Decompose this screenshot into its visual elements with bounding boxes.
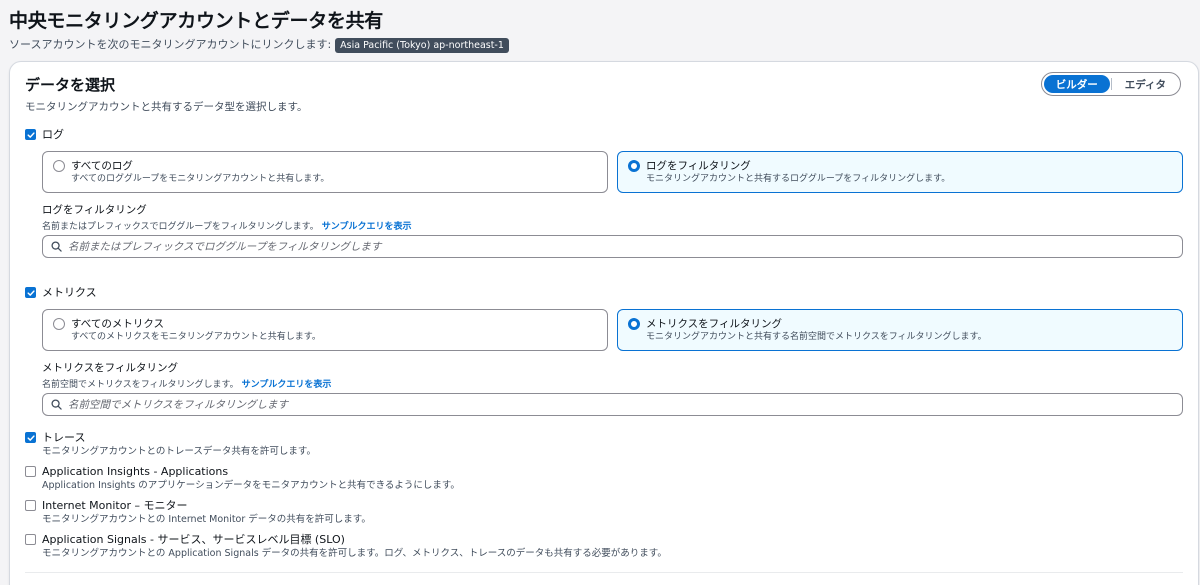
filter-metrics-label: メトリクスをフィルタリング (646, 318, 782, 330)
checkmark-icon (26, 434, 35, 441)
logs-checkbox[interactable] (25, 129, 36, 140)
app-insights-checkbox[interactable] (25, 466, 36, 477)
logs-filter-description: 名前またはプレフィックスでロググループをフィルタリングします。 サンプルクエリを表… (42, 219, 412, 232)
metrics-label: メトリクス (42, 286, 97, 299)
traces-label: トレース (42, 431, 86, 444)
search-icon (51, 241, 62, 252)
checkmark-icon (26, 289, 35, 296)
app-signals-label: Application Signals - サービス、サービスレベル目標 (SL… (42, 533, 345, 546)
segment-divider (1110, 78, 1112, 90)
traces-checkbox-row[interactable]: トレース モニタリングアカウントとのトレースデータ共有を許可します。 (25, 430, 316, 459)
search-icon (51, 399, 62, 410)
app-signals-checkbox[interactable] (25, 534, 36, 545)
traces-description: モニタリングアカウントとのトレースデータ共有を許可します。 (42, 446, 316, 457)
all-metrics-label: すべてのメトリクス (71, 318, 165, 330)
logs-checkbox-row[interactable]: ログ (25, 127, 64, 142)
internet-monitor-checkbox-row[interactable]: Internet Monitor – モニター モニタリングアカウントとの In… (25, 498, 371, 527)
metrics-filter-input[interactable] (68, 398, 1143, 411)
page-header: 中央モニタリングアカウントとデータを共有 ソースアカウントを次のモニタリングアカ… (9, 8, 1191, 53)
all-logs-label: すべてのログ (71, 160, 133, 172)
internet-monitor-description: モニタリングアカウントとの Internet Monitor データの共有を許可… (42, 514, 371, 525)
metrics-filter-help: 名前空間でメトリクスをフィルタリングします。 (42, 380, 239, 390)
filter-metrics-radio[interactable] (628, 318, 640, 330)
card-description: モニタリングアカウントと共有するデータ型を選択します。 (25, 101, 308, 113)
internet-monitor-checkbox[interactable] (25, 500, 36, 511)
card-title: データを選択 (25, 76, 116, 94)
filter-logs-radio[interactable] (628, 160, 640, 172)
checkmark-icon (26, 131, 35, 138)
app-insights-description: Application Insights のアプリケーションデータをモニタアカウ… (42, 480, 460, 491)
metrics-checkbox-row[interactable]: メトリクス (25, 285, 97, 300)
all-logs-radio[interactable] (53, 160, 65, 172)
all-metrics-description: すべてのメトリクスをモニタリングアカウントと共有します。 (71, 332, 321, 342)
traces-checkbox[interactable] (25, 432, 36, 443)
all-logs-description: すべてのロググループをモニタリングアカウントと共有します。 (71, 174, 330, 184)
app-insights-checkbox-row[interactable]: Application Insights - Applications Appl… (25, 464, 460, 493)
app-signals-checkbox-row[interactable]: Application Signals - サービス、サービスレベル目標 (SL… (25, 532, 667, 561)
editor-mode-button[interactable]: エディタ (1113, 75, 1178, 93)
all-logs-option[interactable]: すべてのログ すべてのロググループをモニタリングアカウントと共有します。 (42, 151, 608, 193)
builder-mode-button[interactable]: ビルダー (1043, 75, 1110, 93)
subtitle-text: ソースアカウントを次のモニタリングアカウントにリンクします: (9, 38, 332, 51)
region-badge: Asia Pacific (Tokyo) ap-northeast-1 (335, 37, 509, 53)
logs-filter-input[interactable] (68, 240, 1143, 253)
logs-label: ログ (42, 128, 64, 141)
page-title: 中央モニタリングアカウントとデータを共有 (9, 10, 384, 32)
page-subtitle: ソースアカウントを次のモニタリングアカウントにリンクします: Asia Paci… (9, 37, 1191, 53)
all-metrics-option[interactable]: すべてのメトリクス すべてのメトリクスをモニタリングアカウントと共有します。 (42, 309, 608, 351)
filter-logs-description: モニタリングアカウントと共有するロググループをフィルタリングします。 (646, 174, 951, 184)
app-signals-description: モニタリングアカウントとの Application Signals データの共有… (42, 548, 667, 559)
filter-metrics-option[interactable]: メトリクスをフィルタリング モニタリングアカウントと共有する名前空間でメトリクス… (617, 309, 1183, 351)
filter-logs-label: ログをフィルタリング (646, 160, 751, 172)
filter-metrics-description: モニタリングアカウントと共有する名前空間でメトリクスをフィルタリングします。 (646, 332, 987, 342)
logs-sample-query-link[interactable]: サンプルクエリを表示 (322, 222, 412, 232)
metrics-sample-query-link[interactable]: サンプルクエリを表示 (242, 380, 332, 390)
metrics-filter-description: 名前空間でメトリクスをフィルタリングします。 サンプルクエリを表示 (42, 377, 331, 390)
all-metrics-radio[interactable] (53, 318, 65, 330)
app-insights-label: Application Insights - Applications (42, 465, 229, 478)
select-data-card: データを選択 モニタリングアカウントと共有するデータ型を選択します。 ビルダー … (9, 61, 1199, 585)
metrics-checkbox[interactable] (25, 287, 36, 298)
filter-logs-option[interactable]: ログをフィルタリング モニタリングアカウントと共有するロググループをフィルタリン… (617, 151, 1183, 193)
metrics-filter-search[interactable] (42, 393, 1183, 416)
logs-filter-help: 名前またはプレフィックスでロググループをフィルタリングします。 (42, 222, 319, 232)
metrics-filter-label: メトリクスをフィルタリング (42, 362, 178, 374)
logs-filter-label: ログをフィルタリング (42, 204, 147, 216)
section-divider (25, 572, 1183, 573)
logs-filter-search[interactable] (42, 235, 1183, 258)
mode-segmented-control: ビルダー エディタ (1040, 72, 1181, 96)
internet-monitor-label: Internet Monitor – モニター (42, 499, 188, 512)
